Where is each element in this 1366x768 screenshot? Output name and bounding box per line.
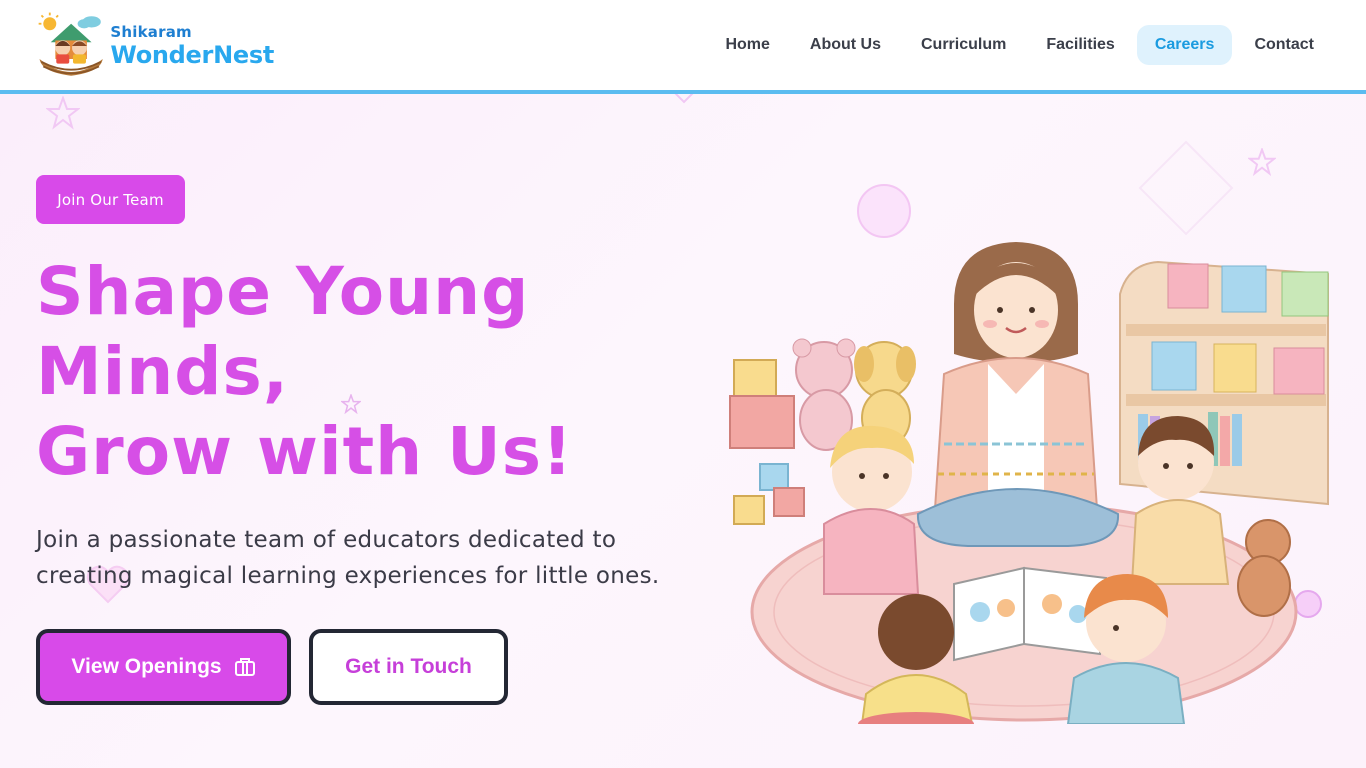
get-in-touch-button[interactable]: Get in Touch [309, 629, 508, 705]
get-in-touch-label: Get in Touch [345, 655, 472, 678]
child-blonde [823, 425, 920, 595]
nav-home[interactable]: Home [707, 25, 787, 65]
star-decoration-icon [46, 96, 80, 130]
nav-curriculum[interactable]: Curriculum [903, 25, 1024, 65]
nav-contact[interactable]: Contact [1236, 25, 1332, 65]
join-team-badge: Join Our Team [36, 175, 185, 224]
site-logo[interactable]: Shikaram WonderNest [34, 8, 274, 84]
view-openings-label: View Openings [71, 655, 222, 678]
nav-about-us[interactable]: About Us [792, 25, 899, 65]
teacher-reading-illustration [729, 242, 1329, 724]
view-openings-button[interactable]: View Openings [36, 629, 291, 705]
heart-decoration-icon [674, 94, 694, 104]
hero-section: Join Our Team Shape Young Minds, Grow wi… [0, 94, 1366, 768]
nav-facilities[interactable]: Facilities [1028, 25, 1132, 65]
nav-careers[interactable]: Careers [1136, 25, 1233, 65]
headline-line-3: Grow with Us! [36, 413, 574, 490]
star-decoration-icon [1248, 148, 1276, 176]
logo-subtitle: Shikaram [110, 23, 192, 41]
site-header: Shikaram WonderNest Home About Us Curric… [0, 0, 1366, 94]
headline-line-1: Shape Young [36, 253, 530, 330]
logo-title: WonderNest [110, 41, 274, 69]
main-nav: Home About Us Curriculum Facilities Care… [707, 25, 1332, 65]
logo-nest-icon [38, 12, 103, 76]
hero-headline: Shape Young Minds, Grow with Us! [36, 252, 656, 492]
headline-line-2: Minds, [36, 333, 289, 410]
diamond-decoration-icon [1138, 140, 1234, 236]
briefcase-icon [234, 658, 255, 676]
hero-subtext: Join a passionate team of educators dedi… [36, 527, 660, 589]
teacher-figure [916, 242, 1120, 547]
